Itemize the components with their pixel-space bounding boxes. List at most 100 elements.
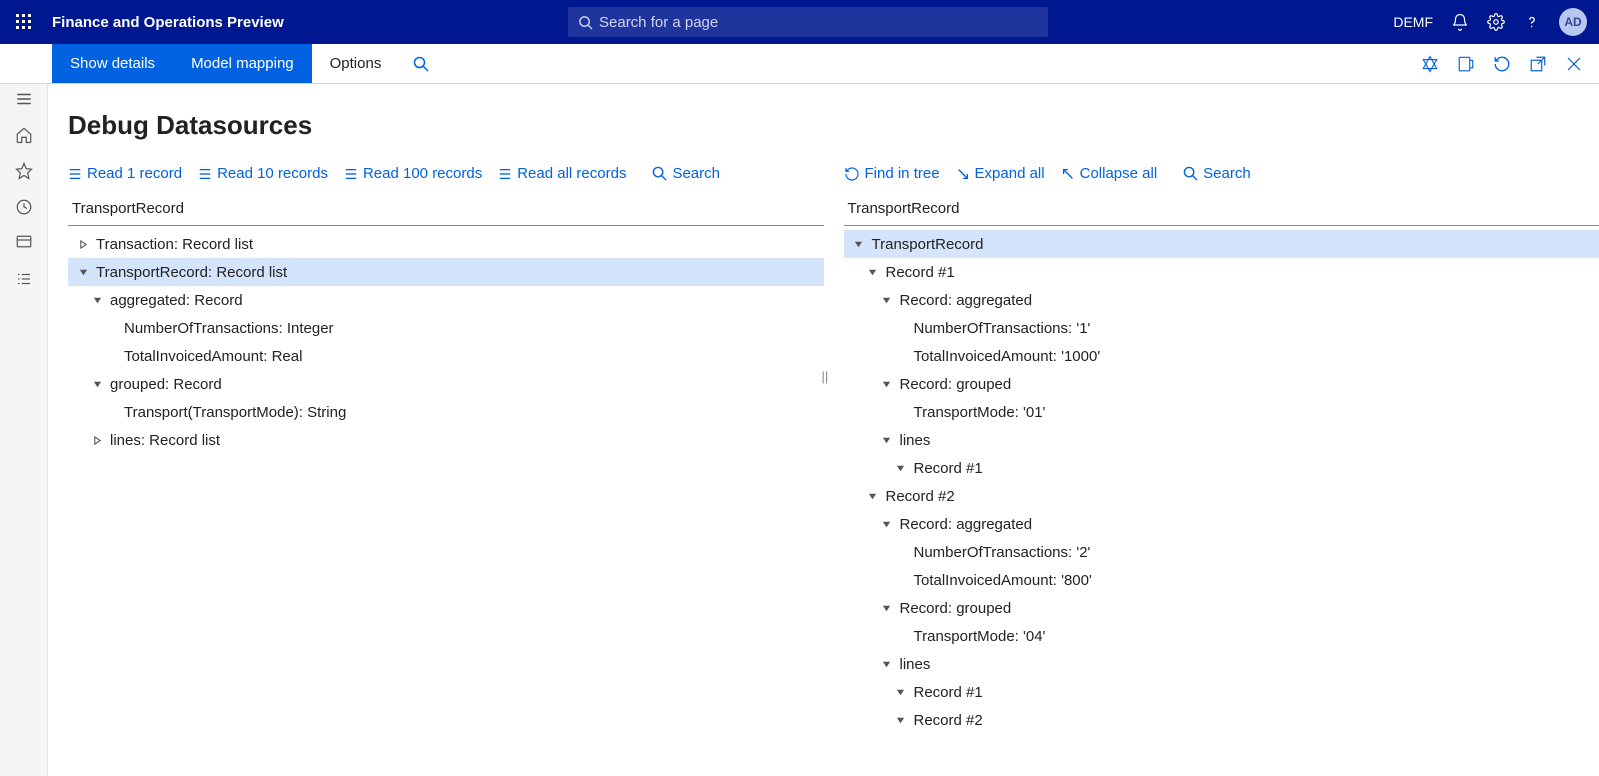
tree-row-label: NumberOfTransactions: '2' [910,544,1091,561]
tree-row-label: Transport(TransportMode): String [120,404,346,421]
chevron-right-icon[interactable] [88,436,106,445]
ribbon-search-icon[interactable] [399,44,443,83]
tree-row[interactable]: grouped: Record [68,370,824,398]
tree-row-label: Record: grouped [896,376,1012,393]
gear-icon[interactable] [1487,13,1505,31]
recent-icon[interactable] [15,198,33,216]
search-icon [578,15,593,30]
tree-row-label: Record #2 [882,488,955,505]
right-search-button[interactable]: Search [1183,165,1251,182]
close-icon[interactable] [1565,55,1583,73]
chevron-down-icon[interactable] [878,660,896,669]
tree-row[interactable]: TotalInvoicedAmount: '800' [844,566,1599,594]
chevron-down-icon[interactable] [878,436,896,445]
tree-row-label: Record #1 [910,460,983,477]
chevron-right-icon[interactable] [74,240,92,249]
waffle-icon[interactable] [0,14,48,30]
top-bar: Finance and Operations Preview DEMF AD [0,0,1599,44]
tree-row[interactable]: NumberOfTransactions: Integer [68,314,824,342]
tree-row[interactable]: aggregated: Record [68,286,824,314]
tree-row[interactable]: Record: aggregated [844,510,1599,538]
chevron-down-icon[interactable] [892,688,910,697]
tree-row-label: Record #1 [910,684,983,701]
office-icon[interactable] [1457,55,1475,73]
tree-row[interactable]: Transport(TransportMode): String [68,398,824,426]
tree-row-label: lines [896,656,931,673]
chevron-down-icon[interactable] [850,240,868,249]
tree-row-label: TransportMode: '04' [910,628,1046,645]
tab-show-details[interactable]: Show details [52,44,173,83]
tree-row[interactable]: Record #2 [844,482,1599,510]
tree-row[interactable]: Record #1 [844,454,1599,482]
tree-row[interactable]: Record: grouped [844,594,1599,622]
tree-row-label: NumberOfTransactions: '1' [910,320,1091,337]
global-search[interactable] [568,7,1048,37]
refresh-icon[interactable] [1493,55,1511,73]
tab-model-mapping[interactable]: Model mapping [173,44,312,83]
chevron-down-icon[interactable] [878,296,896,305]
find-in-tree-button[interactable]: Find in tree [844,165,940,182]
chevron-down-icon[interactable] [864,492,882,501]
chevron-down-icon[interactable] [878,380,896,389]
read-1-button[interactable]: Read 1 record [68,165,182,182]
chevron-down-icon[interactable] [878,520,896,529]
left-toolbar: Read 1 record Read 10 records Read 100 r… [68,159,824,192]
tree-row[interactable]: NumberOfTransactions: '1' [844,314,1599,342]
tree-row[interactable]: TransportRecord: Record list [68,258,824,286]
global-search-input[interactable] [599,14,1038,31]
tree-row[interactable]: TransportRecord [844,230,1599,258]
tree-row-label: Record #2 [910,712,983,729]
tree-row[interactable]: lines [844,650,1599,678]
chevron-down-icon[interactable] [892,716,910,725]
modules-icon[interactable] [15,270,33,288]
app-title: Finance and Operations Preview [48,14,568,31]
popout-icon[interactable] [1529,55,1547,73]
read-100-button[interactable]: Read 100 records [344,165,482,182]
tree-row[interactable]: NumberOfTransactions: '2' [844,538,1599,566]
chevron-down-icon[interactable] [892,464,910,473]
tree-row[interactable]: TransportMode: '04' [844,622,1599,650]
home-icon[interactable] [15,126,33,144]
tree-row-label: Record: grouped [896,600,1012,617]
tree-row-label: TotalInvoicedAmount: Real [120,348,302,365]
tree-row[interactable]: Record: grouped [844,370,1599,398]
chevron-down-icon[interactable] [74,268,92,277]
tree-row[interactable]: lines: Record list [68,426,824,454]
action-ribbon: Show details Model mapping Options [0,44,1599,84]
tree-row[interactable]: lines [844,426,1599,454]
tree-row-label: TotalInvoicedAmount: '800' [910,572,1092,589]
workspaces-icon[interactable] [15,234,33,252]
tree-row[interactable]: Record #1 [844,678,1599,706]
chevron-down-icon[interactable] [88,296,106,305]
left-pane-title: TransportRecord [68,192,824,226]
tree-row[interactable]: TotalInvoicedAmount: Real [68,342,824,370]
chevron-down-icon[interactable] [88,380,106,389]
tree-row[interactable]: Record: aggregated [844,286,1599,314]
read-10-button[interactable]: Read 10 records [198,165,328,182]
avatar[interactable]: AD [1559,8,1587,36]
right-toolbar: Find in tree Expand all Collapse all Sea… [844,159,1599,192]
help-icon[interactable] [1523,13,1541,31]
tab-options[interactable]: Options [312,44,400,83]
bell-icon[interactable] [1451,13,1469,31]
tree-row[interactable]: TransportMode: '01' [844,398,1599,426]
hamburger-icon[interactable] [15,90,33,108]
right-pane: Find in tree Expand all Collapse all Sea… [844,159,1599,761]
left-search-button[interactable]: Search [652,165,720,182]
tree-row[interactable]: Record #2 [844,706,1599,734]
star-icon[interactable] [15,162,33,180]
left-tree[interactable]: Transaction: Record list TransportRecord:… [68,230,824,454]
tree-row[interactable]: Record #1 [844,258,1599,286]
tree-row-label: TransportRecord: Record list [92,264,287,281]
chevron-down-icon[interactable] [878,604,896,613]
attach-icon[interactable] [1421,55,1439,73]
expand-all-button[interactable]: Expand all [956,165,1045,182]
company-picker[interactable]: DEMF [1393,14,1433,30]
tree-row[interactable]: Transaction: Record list [68,230,824,258]
right-tree[interactable]: TransportRecordRecord #1Record: aggregat… [844,230,1599,734]
collapse-all-button[interactable]: Collapse all [1061,165,1158,182]
tree-row-label: aggregated: Record [106,292,243,309]
read-all-button[interactable]: Read all records [498,165,626,182]
tree-row[interactable]: TotalInvoicedAmount: '1000' [844,342,1599,370]
chevron-down-icon[interactable] [864,268,882,277]
